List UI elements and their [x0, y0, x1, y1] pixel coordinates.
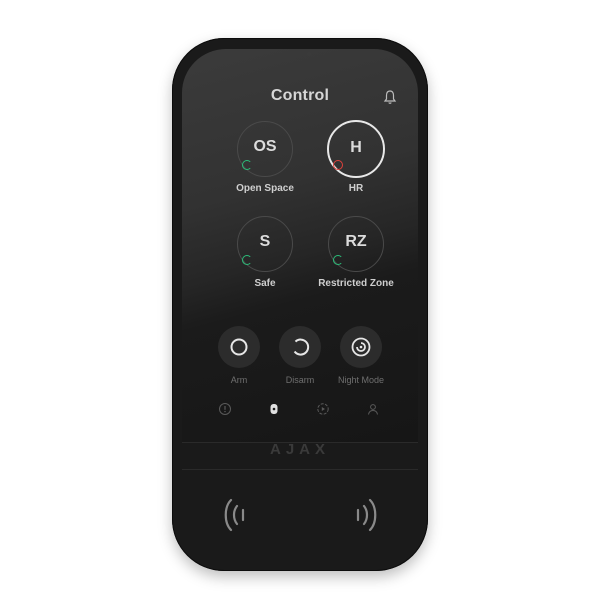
zone-name: Open Space [236, 183, 294, 194]
zone-name: Restricted Zone [318, 278, 394, 289]
action-label: Night Mode [337, 375, 385, 385]
zone-status-red-icon [333, 160, 343, 170]
keypad-icon[interactable] [267, 402, 281, 416]
action-label: Disarm [285, 375, 315, 385]
night-mode-icon [351, 337, 371, 357]
brand-logo: AJAX [269, 441, 330, 458]
zone-status-green-icon [242, 255, 252, 265]
keypad-device: Control OS Open Space H HR S Safe RZ Res… [172, 38, 428, 571]
automation-icon[interactable] [316, 402, 330, 416]
user-icon[interactable] [366, 402, 380, 416]
arm-icon [230, 338, 248, 356]
zone-status-green-icon [333, 255, 343, 265]
action-label: Arm [230, 375, 248, 385]
panel-divider [182, 469, 418, 470]
nfc-right-icon [356, 498, 377, 532]
touch-screen: Control OS Open Space H HR S Safe RZ Res… [182, 49, 418, 442]
zone-status-green-icon [242, 160, 252, 170]
zone-open-space[interactable]: OS Open Space [220, 121, 310, 194]
zone-safe[interactable]: S Safe [220, 216, 310, 289]
zone-abbr: H [350, 139, 362, 156]
zone-name: Safe [254, 278, 276, 289]
zone-abbr: OS [253, 138, 277, 155]
zone-name: HR [348, 183, 364, 194]
alert-icon[interactable] [218, 402, 232, 416]
zone-restricted[interactable]: RZ Restricted Zone [311, 216, 401, 289]
zone-abbr: S [259, 233, 271, 250]
night-mode-button[interactable]: Night Mode [326, 326, 396, 385]
disarm-button[interactable]: Disarm [265, 326, 335, 385]
disarm-icon [293, 338, 310, 356]
zone-hr[interactable]: H HR [311, 120, 401, 194]
nfc-left-icon [224, 498, 245, 532]
zone-abbr: RZ [345, 233, 367, 250]
arm-button[interactable]: Arm [204, 326, 274, 385]
notification-bell-icon[interactable] [383, 89, 397, 105]
front-sensor [307, 52, 311, 56]
